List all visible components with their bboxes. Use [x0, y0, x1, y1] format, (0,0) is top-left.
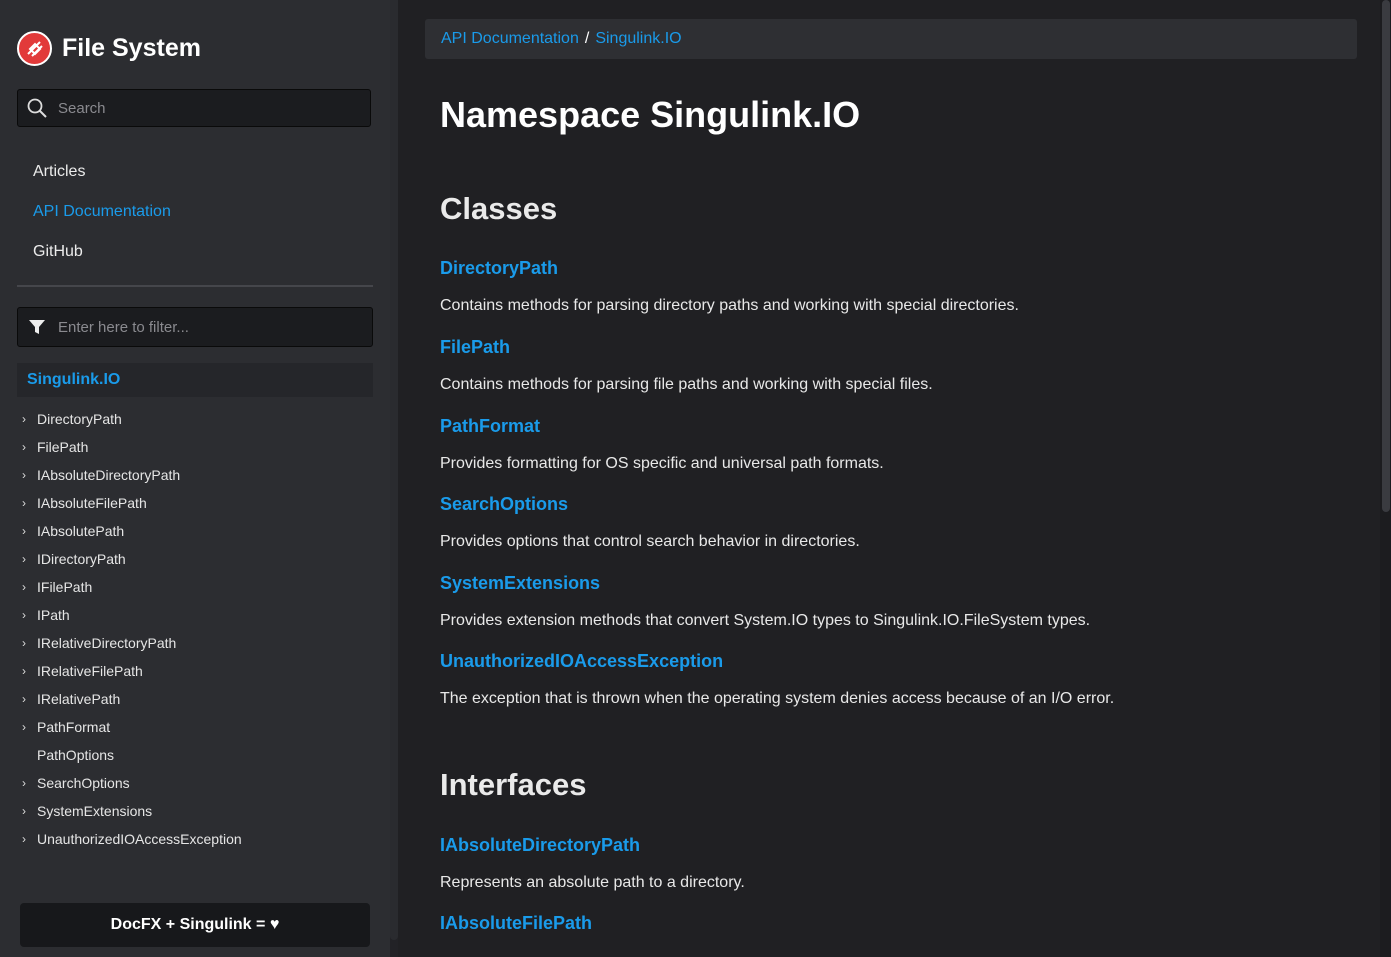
- class-link[interactable]: SystemExtensions: [440, 573, 600, 594]
- search-box[interactable]: [17, 89, 371, 127]
- toc-item-label: IPath: [37, 607, 70, 623]
- chevron-right-icon[interactable]: ›: [22, 517, 37, 545]
- interface-link[interactable]: IAbsoluteFilePath: [440, 913, 592, 934]
- toc-item-label: SearchOptions: [37, 775, 130, 791]
- toc-item[interactable]: › IRelativePath: [22, 685, 242, 713]
- toc-item-label: IAbsoluteDirectoryPath: [37, 467, 181, 483]
- sidebar: File System Articles API Documentation G…: [0, 0, 390, 957]
- brand[interactable]: File System: [17, 31, 201, 66]
- toc-item[interactable]: PathOptions: [22, 741, 242, 769]
- brand-logo-icon: [17, 31, 52, 66]
- chevron-right-icon[interactable]: ›: [22, 825, 37, 853]
- toc-item-label: IDirectoryPath: [37, 551, 126, 567]
- page-scrollbar[interactable]: [1380, 0, 1391, 957]
- toc-item[interactable]: › IFilePath: [22, 573, 242, 601]
- interface-description: Represents an absolute path to a directo…: [440, 874, 745, 891]
- search-icon: [18, 89, 56, 127]
- chevron-right-icon[interactable]: ›: [22, 461, 37, 489]
- class-description: Provides options that control search beh…: [440, 533, 860, 550]
- chevron-right-icon[interactable]: ›: [22, 601, 37, 629]
- class-link[interactable]: UnauthorizedIOAccessException: [440, 651, 723, 672]
- sidebar-scrollbar-thumb[interactable]: [390, 0, 398, 940]
- toc-item-label: SystemExtensions: [37, 803, 153, 819]
- filter-icon: [18, 308, 56, 346]
- toc-item[interactable]: › IDirectoryPath: [22, 545, 242, 573]
- nav-item-api-documentation[interactable]: API Documentation: [33, 192, 171, 232]
- chevron-right-icon[interactable]: ›: [22, 573, 37, 601]
- nav-item-articles[interactable]: Articles: [33, 152, 171, 192]
- class-description: Provides formatting for OS specific and …: [440, 455, 884, 472]
- chevron-right-icon[interactable]: ›: [22, 685, 37, 713]
- toc-item[interactable]: › IAbsoluteFilePath: [22, 489, 242, 517]
- chevron-right-icon[interactable]: ›: [22, 769, 37, 797]
- class-description: Provides extension methods that convert …: [440, 612, 1091, 629]
- toc-item[interactable]: › FilePath: [22, 433, 242, 461]
- toc-item-label: UnauthorizedIOAccessException: [37, 831, 242, 847]
- toc-item-label: IRelativeDirectoryPath: [37, 635, 177, 651]
- toc-item[interactable]: › IRelativeDirectoryPath: [22, 629, 242, 657]
- toc-item-label: IAbsolutePath: [37, 523, 125, 539]
- toc-tree: › DirectoryPath › FilePath › IAbsoluteDirecto…: [22, 405, 242, 853]
- breadcrumb-link-singulink-io[interactable]: Singulink.IO: [595, 30, 681, 48]
- toc-item[interactable]: › IAbsoluteDirectoryPath: [22, 461, 242, 489]
- chevron-right-icon[interactable]: ›: [22, 405, 37, 433]
- chevron-right-icon[interactable]: ›: [22, 657, 37, 685]
- brand-title: File System: [62, 34, 201, 62]
- chevron-right-icon[interactable]: ›: [22, 489, 37, 517]
- main-content: API Documentation / Singulink.IO Namespa…: [398, 0, 1378, 957]
- toc-item[interactable]: › SearchOptions: [22, 769, 242, 797]
- toc-item[interactable]: › SystemExtensions: [22, 797, 242, 825]
- toc-item[interactable]: › IPath: [22, 601, 242, 629]
- toc-item[interactable]: › IAbsolutePath: [22, 517, 242, 545]
- search-input[interactable]: [56, 98, 360, 118]
- class-link[interactable]: SearchOptions: [440, 494, 568, 515]
- sidebar-scrollbar[interactable]: [390, 0, 398, 957]
- class-description: The exception that is thrown when the op…: [440, 690, 1115, 707]
- toc-item-label: PathFormat: [37, 719, 111, 735]
- chevron-right-icon[interactable]: ›: [22, 713, 37, 741]
- footer-credit: DocFX + Singulink = ♥: [20, 903, 370, 947]
- class-link[interactable]: DirectoryPath: [440, 258, 558, 279]
- toc-item-label: IRelativePath: [37, 691, 121, 707]
- toc-item[interactable]: › IRelativeFilePath: [22, 657, 242, 685]
- breadcrumb-separator: /: [584, 30, 590, 47]
- filter-input[interactable]: [56, 317, 360, 337]
- class-description: Contains methods for parsing directory p…: [440, 297, 1019, 314]
- namespace-link[interactable]: Singulink.IO: [17, 363, 373, 397]
- toc-item[interactable]: › PathFormat: [22, 713, 242, 741]
- page-title: Namespace Singulink.IO: [440, 94, 861, 135]
- page-scrollbar-thumb[interactable]: [1382, 0, 1390, 512]
- interface-link[interactable]: IAbsoluteDirectoryPath: [440, 835, 640, 856]
- chevron-right-icon[interactable]: ›: [22, 629, 37, 657]
- toc-item[interactable]: › UnauthorizedIOAccessException: [22, 825, 242, 853]
- chevron-right-icon[interactable]: ›: [22, 797, 37, 825]
- class-description: Contains methods for parsing file paths …: [440, 376, 933, 393]
- classes-heading: Classes: [440, 191, 558, 226]
- toc-item-label: DirectoryPath: [37, 411, 122, 427]
- toc-item-label: IFilePath: [37, 579, 93, 595]
- nav-item-github[interactable]: GitHub: [33, 232, 171, 272]
- filter-box[interactable]: [17, 307, 373, 347]
- toc-item-label: PathOptions: [37, 747, 115, 763]
- toc-item[interactable]: › DirectoryPath: [22, 405, 242, 433]
- top-nav: Articles API Documentation GitHub: [33, 152, 171, 272]
- chevron-right-icon[interactable]: ›: [22, 545, 37, 573]
- breadcrumb: API Documentation / Singulink.IO: [425, 19, 1357, 59]
- chevron-right-icon[interactable]: ›: [22, 433, 37, 461]
- toc-item-label: IAbsoluteFilePath: [37, 495, 147, 511]
- toc-item-label: IRelativeFilePath: [37, 663, 143, 679]
- toc-item-label: FilePath: [37, 439, 89, 455]
- sidebar-divider: [17, 285, 373, 287]
- class-link[interactable]: FilePath: [440, 337, 510, 358]
- interfaces-heading: Interfaces: [440, 767, 587, 802]
- breadcrumb-link-api-documentation[interactable]: API Documentation: [441, 30, 579, 48]
- class-link[interactable]: PathFormat: [440, 416, 540, 437]
